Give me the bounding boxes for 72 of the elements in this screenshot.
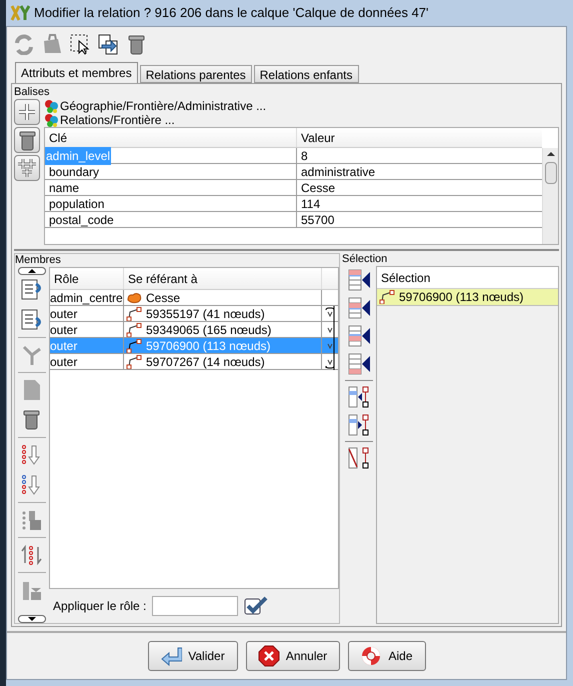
checkmark-icon[interactable] — [244, 596, 268, 616]
table-cell[interactable]: 8 — [297, 148, 542, 163]
remove-selected-icon[interactable] — [347, 446, 371, 470]
preset-icon — [44, 99, 58, 113]
lifebuoy-icon — [360, 645, 382, 667]
help-button[interactable]: Aide — [348, 641, 426, 671]
table-cell[interactable]: 59349065 (165 nœuds) — [146, 320, 272, 338]
area-icon — [126, 290, 142, 304]
table-cell[interactable]: boundary — [45, 162, 104, 180]
section-label: Membres — [15, 254, 62, 267]
table-cell[interactable]: administrative — [297, 164, 542, 179]
tab[interactable]: Relations enfants — [254, 65, 358, 83]
table-cell[interactable]: admin_centre — [50, 290, 124, 305]
table-cell[interactable]: 55700 — [297, 212, 542, 227]
way-icon — [126, 338, 142, 352]
reverse-icon[interactable] — [20, 543, 44, 567]
app-logo-icon — [10, 4, 30, 22]
move-down-icon[interactable] — [20, 308, 44, 332]
way-icon — [379, 290, 395, 304]
column-header[interactable]: Valeur — [297, 128, 542, 147]
tab[interactable]: Attributs et membres — [15, 62, 138, 83]
preset-link[interactable]: Géographie/Frontière/Administrative ... — [60, 99, 266, 113]
role-input-field[interactable] — [152, 596, 238, 616]
stop-sign-icon — [258, 645, 280, 667]
add-last-icon[interactable] — [347, 352, 371, 376]
scroll-up-button[interactable] — [18, 267, 46, 275]
bag-icon[interactable] — [41, 33, 63, 55]
column-header[interactable]: Sélection — [377, 267, 558, 289]
move-up-icon[interactable] — [20, 278, 44, 302]
section-label: Balises — [14, 86, 50, 99]
window-title: Modifier la relation ? 916 206 dans le calque 'Calque de données 47' — [34, 4, 429, 22]
table-cell[interactable]: postal_code — [45, 210, 118, 228]
delete-tag-button[interactable] — [14, 127, 40, 153]
table-cell[interactable]: Cesse — [146, 288, 180, 306]
way-icon — [126, 354, 142, 368]
tab[interactable]: Relations parentes — [140, 65, 252, 83]
column-header[interactable]: Rôle — [50, 268, 124, 289]
add-first-icon[interactable] — [347, 268, 371, 292]
scrollbar[interactable] — [542, 148, 558, 244]
add-after-icon[interactable] — [347, 324, 371, 348]
select-members-icon[interactable] — [347, 385, 371, 409]
table-cell[interactable]: name — [45, 178, 84, 196]
connection-icon — [323, 354, 337, 370]
scroll-down-button[interactable] — [18, 615, 46, 623]
ok-button[interactable]: Valider — [148, 641, 238, 671]
table-cell[interactable]: Cesse — [297, 180, 542, 195]
add-tag-button[interactable] — [14, 99, 40, 125]
column-header[interactable]: Se référant à — [124, 268, 322, 289]
preset-icon — [44, 113, 58, 127]
cancel-button[interactable]: Annuler — [246, 641, 340, 671]
table-cell[interactable]: 59707267 (14 nœuds) — [146, 352, 265, 370]
dots-bus-icon[interactable] — [20, 508, 44, 532]
table-cell[interactable]: outer — [50, 306, 124, 321]
return-arrow-icon — [160, 645, 182, 667]
table-cell[interactable]: 114 — [297, 196, 542, 211]
add-tags-button[interactable] — [14, 155, 40, 181]
table-cell[interactable]: population — [45, 194, 108, 212]
way-icon — [126, 306, 142, 320]
table-cell[interactable]: outer — [50, 354, 124, 369]
add-before-icon[interactable] — [347, 296, 371, 320]
select-objects-icon[interactable] — [347, 413, 371, 437]
table-cell[interactable]: 59355197 (41 nœuds) — [146, 304, 265, 322]
plus-icon — [16, 101, 38, 123]
copy-icon[interactable] — [97, 33, 119, 55]
connection-icon — [323, 306, 337, 322]
section-label: Sélection — [342, 253, 388, 266]
apply-role-label: Appliquer le rôle : — [53, 598, 146, 615]
table-cell[interactable]: outer — [50, 322, 124, 337]
selection-cursor-icon[interactable] — [69, 33, 91, 55]
multiple-plus-icon — [16, 157, 38, 179]
preset-link[interactable]: Relations/Frontière ... — [60, 113, 175, 127]
way-icon — [126, 322, 142, 336]
